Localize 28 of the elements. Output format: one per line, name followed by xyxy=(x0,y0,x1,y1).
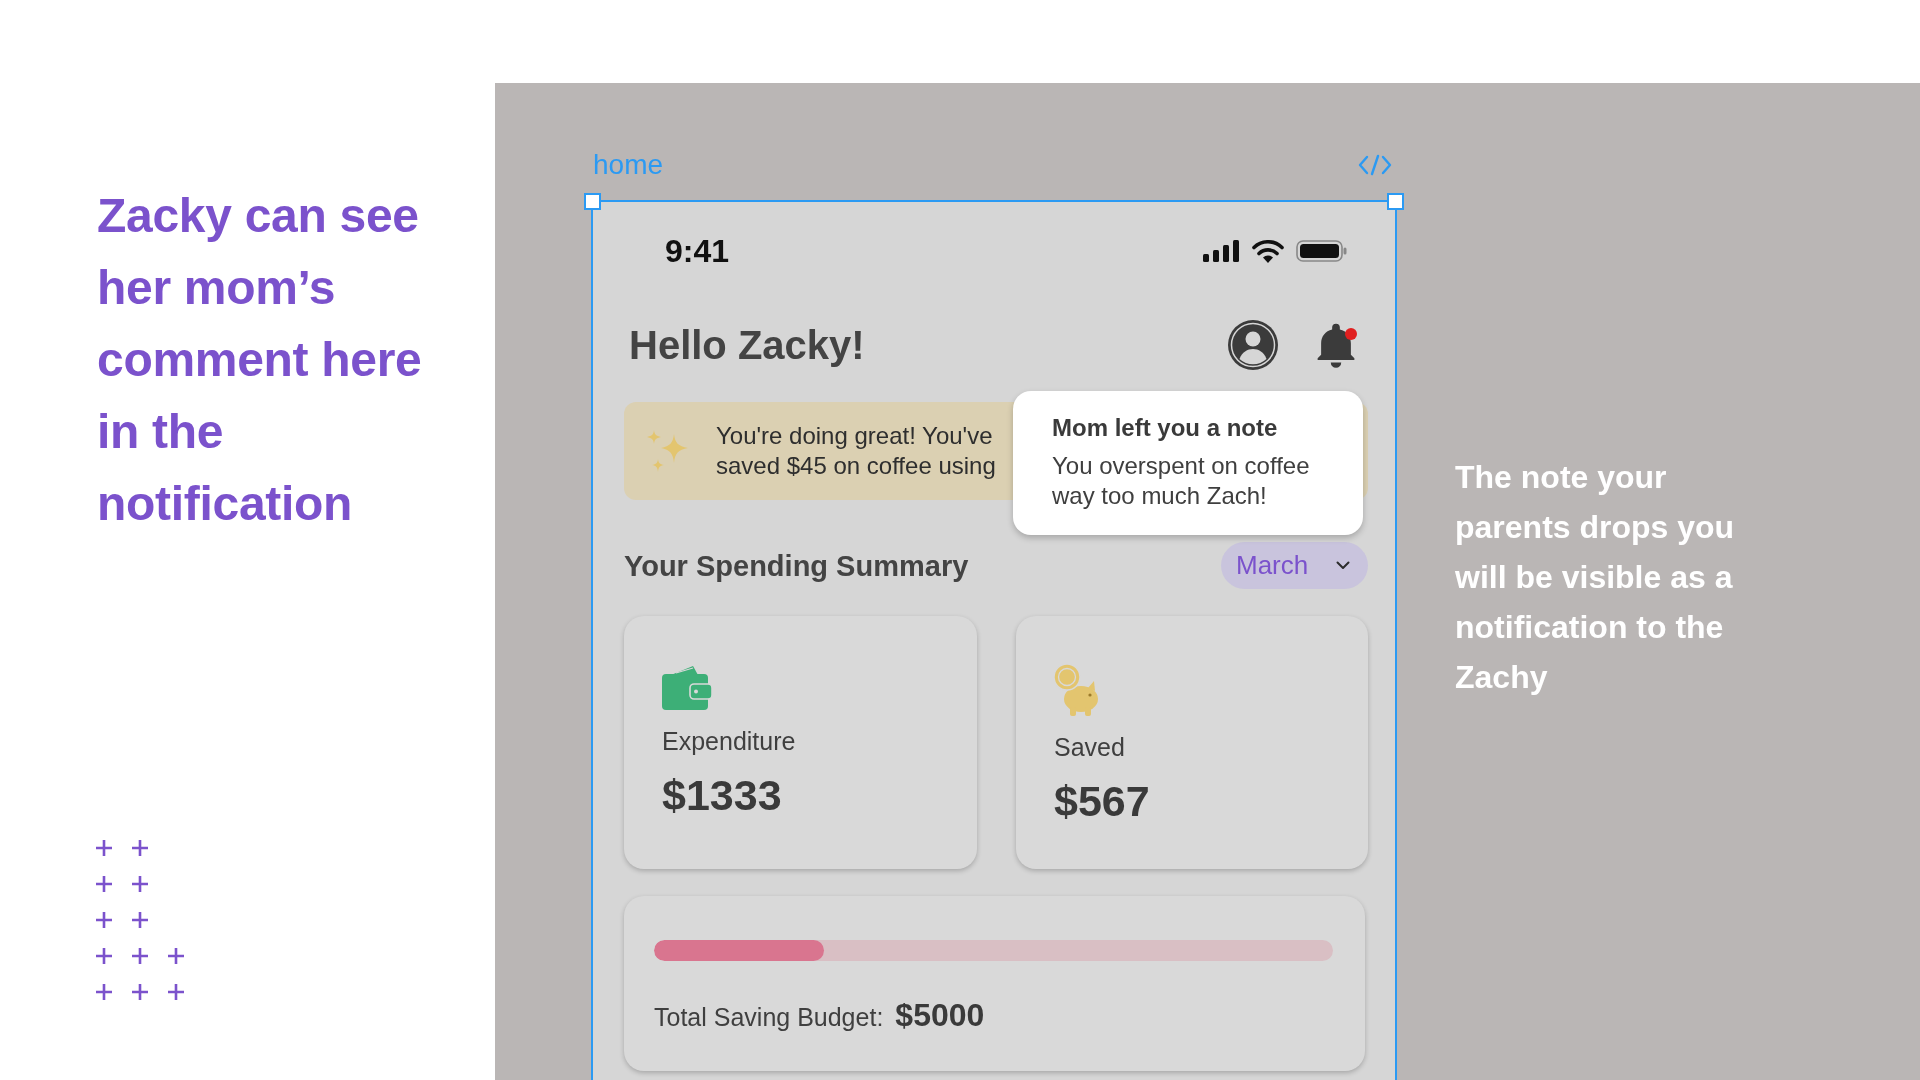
resize-handle[interactable] xyxy=(1387,193,1404,210)
annotation-heading: Zacky can see her mom’s comment here in the notification xyxy=(97,188,422,532)
budget-amount: $5000 xyxy=(895,997,985,1033)
budget-label: Total Saving Budget: xyxy=(654,1002,884,1033)
code-icon[interactable] xyxy=(1358,154,1392,176)
piggy-bank-icon xyxy=(1054,664,1100,716)
notification-message: You overspent on coffee way too much Zach! xyxy=(1052,451,1311,511)
stat-card[interactable]: Saved $567 xyxy=(1016,616,1368,869)
battery-icon xyxy=(1296,240,1347,262)
wifi-icon xyxy=(1252,239,1284,263)
chevron-down-icon xyxy=(1336,561,1350,570)
section-title: Your Spending Summary xyxy=(624,548,969,584)
annotation-note: The note your parents drops you will be visible as a notification to the Zachy xyxy=(1455,458,1735,697)
card-amount: $567 xyxy=(1054,776,1150,826)
resize-handle[interactable] xyxy=(584,193,601,210)
notification-title: Mom left you a note xyxy=(1052,413,1279,443)
status-time: 9:41 xyxy=(665,232,730,270)
notification-bell-icon[interactable] xyxy=(1315,322,1357,368)
greeting-title: Hello Zacky! xyxy=(629,322,865,369)
card-label: Expenditure xyxy=(662,726,796,756)
avatar-icon[interactable] xyxy=(1228,320,1278,370)
wallet-icon xyxy=(662,664,712,710)
stat-card[interactable]: Expenditure $1333 xyxy=(624,616,977,869)
card-amount: $1333 xyxy=(662,770,782,820)
tip-message: You're doing great! You've saved $45 on coffee using xyxy=(716,421,996,481)
card-label: Saved xyxy=(1054,732,1125,762)
notification-popup[interactable]: Mom left you a note You overspent on coffee way too much Zach! xyxy=(1013,391,1363,535)
signal-icon xyxy=(1203,240,1240,262)
